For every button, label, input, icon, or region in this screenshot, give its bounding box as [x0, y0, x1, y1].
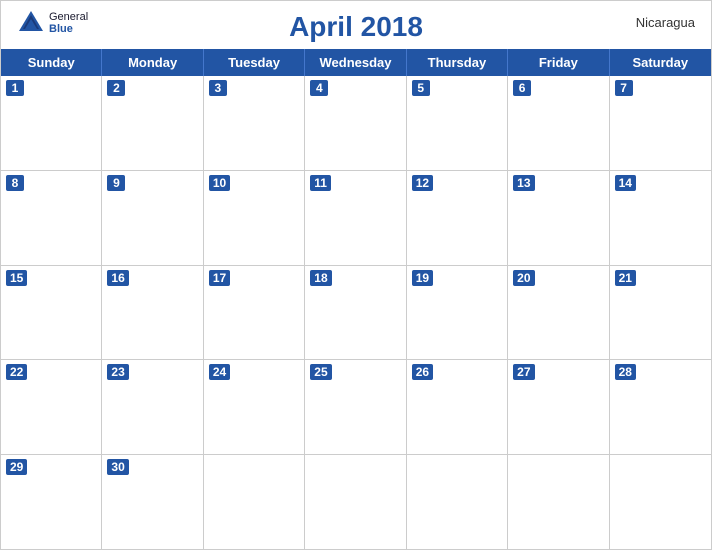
day-number: 8 — [6, 175, 24, 191]
day-cell — [610, 455, 711, 549]
day-number: 15 — [6, 270, 27, 286]
day-cell: 16 — [102, 266, 203, 360]
day-cell: 13 — [508, 171, 609, 265]
day-cell: 15 — [1, 266, 102, 360]
day-number: 30 — [107, 459, 128, 475]
day-cell — [305, 455, 406, 549]
day-number: 6 — [513, 80, 531, 96]
calendar-header: General Blue April 2018 Nicaragua — [1, 1, 711, 49]
day-cell: 25 — [305, 360, 406, 454]
week-row-5: 29 30 — [1, 455, 711, 549]
day-cell: 1 — [1, 76, 102, 170]
day-number: 19 — [412, 270, 433, 286]
day-number: 26 — [412, 364, 433, 380]
day-number: 21 — [615, 270, 636, 286]
day-cell: 10 — [204, 171, 305, 265]
day-cell — [204, 455, 305, 549]
day-number: 1 — [6, 80, 24, 96]
day-number: 4 — [310, 80, 328, 96]
day-number: 16 — [107, 270, 128, 286]
logo-blue: Blue — [49, 23, 88, 35]
day-cell: 2 — [102, 76, 203, 170]
day-number: 10 — [209, 175, 230, 191]
calendar-title: April 2018 — [289, 11, 423, 43]
day-number: 9 — [107, 175, 125, 191]
day-cell — [508, 455, 609, 549]
day-header-wednesday: Wednesday — [305, 49, 406, 76]
day-cell: 8 — [1, 171, 102, 265]
day-cell: 3 — [204, 76, 305, 170]
day-number: 7 — [615, 80, 633, 96]
day-number: 11 — [310, 175, 331, 191]
logo-text: General Blue — [49, 11, 88, 35]
day-number: 29 — [6, 459, 27, 475]
day-cell: 4 — [305, 76, 406, 170]
day-number: 25 — [310, 364, 331, 380]
day-cell: 26 — [407, 360, 508, 454]
day-cell: 28 — [610, 360, 711, 454]
day-header-friday: Friday — [508, 49, 609, 76]
week-row-4: 22 23 24 25 26 27 28 — [1, 360, 711, 455]
logo-general: General — [49, 11, 88, 23]
day-number: 23 — [107, 364, 128, 380]
day-cell: 14 — [610, 171, 711, 265]
calendar-container: General Blue April 2018 Nicaragua Sunday… — [0, 0, 712, 550]
week-row-3: 15 16 17 18 19 20 21 — [1, 266, 711, 361]
day-number: 3 — [209, 80, 227, 96]
day-cell: 27 — [508, 360, 609, 454]
day-cell: 11 — [305, 171, 406, 265]
day-cell: 21 — [610, 266, 711, 360]
day-cell: 18 — [305, 266, 406, 360]
day-header-saturday: Saturday — [610, 49, 711, 76]
day-cell: 29 — [1, 455, 102, 549]
day-cell: 5 — [407, 76, 508, 170]
day-number: 13 — [513, 175, 534, 191]
day-number: 12 — [412, 175, 433, 191]
day-number: 24 — [209, 364, 230, 380]
day-number: 28 — [615, 364, 636, 380]
day-number: 5 — [412, 80, 430, 96]
day-number: 27 — [513, 364, 534, 380]
day-cell: 7 — [610, 76, 711, 170]
day-number: 14 — [615, 175, 636, 191]
day-header-monday: Monday — [102, 49, 203, 76]
day-cell: 6 — [508, 76, 609, 170]
day-cell: 9 — [102, 171, 203, 265]
day-header-thursday: Thursday — [407, 49, 508, 76]
day-cell: 19 — [407, 266, 508, 360]
day-number: 18 — [310, 270, 331, 286]
day-cell: 22 — [1, 360, 102, 454]
day-cell — [407, 455, 508, 549]
day-number: 2 — [107, 80, 125, 96]
logo-icon — [17, 9, 45, 37]
day-header-sunday: Sunday — [1, 49, 102, 76]
country-label: Nicaragua — [636, 15, 695, 30]
week-row-2: 8 9 10 11 12 13 14 — [1, 171, 711, 266]
day-cell: 30 — [102, 455, 203, 549]
calendar-grid: 1234567891011121314151617181920212223242… — [1, 76, 711, 549]
day-cell: 12 — [407, 171, 508, 265]
day-header-tuesday: Tuesday — [204, 49, 305, 76]
day-cell: 23 — [102, 360, 203, 454]
day-cell: 24 — [204, 360, 305, 454]
day-cell: 17 — [204, 266, 305, 360]
day-number: 17 — [209, 270, 230, 286]
week-row-1: 1 2 3 4 5 6 7 — [1, 76, 711, 171]
day-cell: 20 — [508, 266, 609, 360]
day-number: 22 — [6, 364, 27, 380]
logo: General Blue — [17, 9, 88, 37]
day-headers-row: SundayMondayTuesdayWednesdayThursdayFrid… — [1, 49, 711, 76]
day-number: 20 — [513, 270, 534, 286]
